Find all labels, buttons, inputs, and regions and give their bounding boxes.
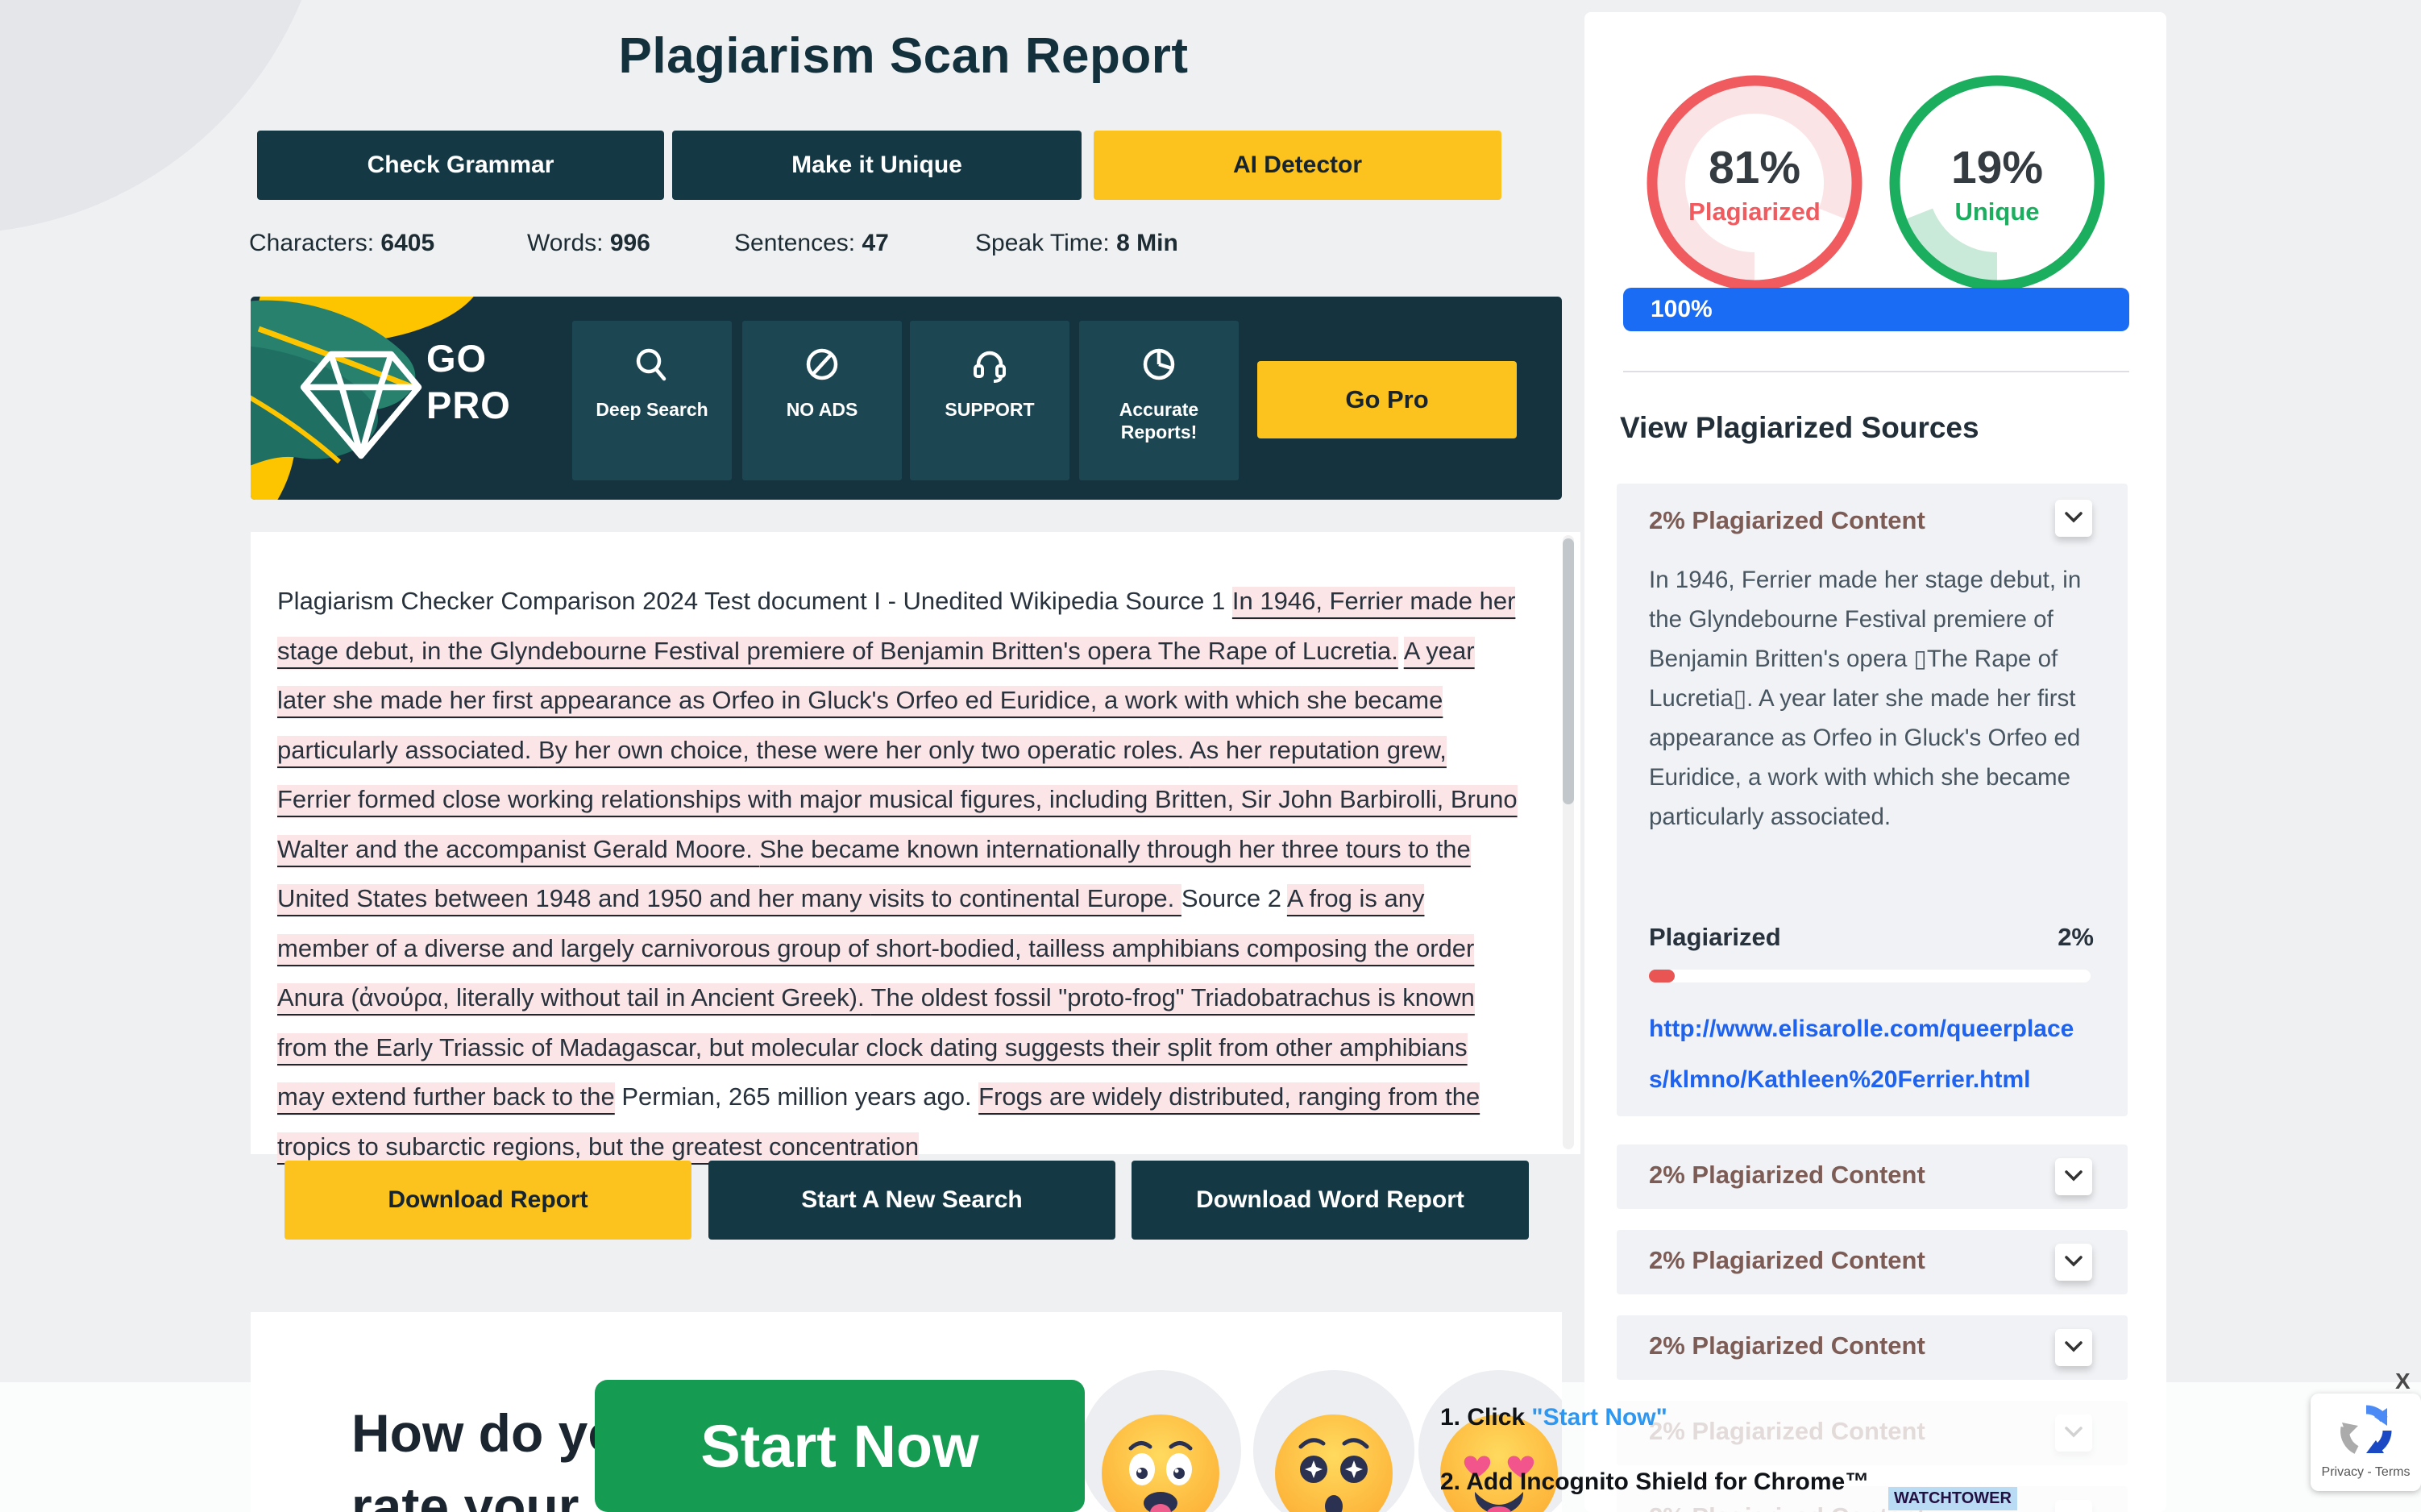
metric-fill	[1649, 970, 1675, 982]
source-item-collapsed: 2% Plagiarized Content	[1617, 1230, 2128, 1294]
star-struck-emoji[interactable]	[1273, 1413, 1394, 1512]
rating-panel: How do you rate your Start Now	[251, 1312, 1562, 1512]
plain-text: Source 2	[1181, 884, 1287, 912]
download-report-button[interactable]: Download Report	[284, 1161, 691, 1240]
close-icon[interactable]: X	[2395, 1369, 2411, 1394]
source-item-title: 2% Plagiarized Content	[1649, 1246, 1925, 1275]
source-item-title: 2% Plagiarized Content	[1649, 1161, 1925, 1190]
chevron-down-icon[interactable]	[2055, 1244, 2092, 1281]
promo-tile-support: SUPPORT	[910, 321, 1069, 480]
report-text-box: Plagiarism Checker Comparison 2024 Test …	[251, 532, 1580, 1154]
top-button-make-it-unique[interactable]: Make it Unique	[672, 131, 1082, 200]
stat-words: Words: 996	[527, 230, 650, 257]
scan-progress-label: 100%	[1651, 296, 1713, 322]
highlighted-sentence: By her own choice, these were her only t…	[538, 736, 1190, 769]
source-item-collapsed: 2% Plagiarized Content	[1617, 1315, 2128, 1380]
sources-heading: View Plagiarized Sources	[1620, 411, 1979, 445]
top-button-ai-detector[interactable]: AI Detector	[1094, 131, 1501, 200]
instruction-step-1: 1. Click "Start Now"	[1440, 1404, 1667, 1431]
source-link[interactable]: http://www.elisarolle.com/queerplaces/kl…	[1649, 1003, 2091, 1105]
diamond-icon	[293, 329, 430, 467]
promo-tile-label: SUPPORT	[910, 398, 1069, 421]
rating-question-line2: rate your	[351, 1476, 579, 1512]
tongue-out-emoji[interactable]	[1100, 1413, 1221, 1512]
start-a-new-search-button[interactable]: Start A New Search	[708, 1161, 1115, 1240]
start-now-reference: "Start Now"	[1531, 1404, 1667, 1431]
source-item-title: 2% Plagiarized Content	[1649, 1331, 1925, 1360]
promo-tile-label: Deep Search	[572, 398, 732, 421]
source-item-title: 2% Plagiarized Content	[1649, 506, 1925, 535]
metric-label: Plagiarized	[1649, 923, 1781, 952]
results-sidebar: 81% Plagiarized 19% Unique 100% View Pla…	[1584, 12, 2166, 1512]
instruction-step-2: 2. Add Incognito Shield for Chrome™	[1440, 1468, 1869, 1496]
recaptcha-caption[interactable]: Privacy - Terms	[2311, 1465, 2421, 1480]
chevron-down-icon[interactable]	[2055, 1329, 2092, 1366]
plain-text: Permian, 265 million years ago.	[615, 1082, 978, 1111]
stat-sentences: Sentences: 47	[734, 230, 889, 257]
source-excerpt: In 1946, Ferrier made her stage debut, i…	[1649, 560, 2091, 837]
download-word-report-button[interactable]: Download Word Report	[1132, 1161, 1529, 1240]
sidebar-divider	[1623, 371, 2129, 372]
gauge-plagiarized: 81% Plagiarized	[1642, 70, 1867, 296]
page-title: Plagiarism Scan Report	[251, 27, 1556, 85]
chevron-down-icon[interactable]	[2055, 500, 2092, 537]
go-pro-banner: GO PRO Deep Search NO ADS SUPPORT Accurate …	[251, 297, 1562, 500]
plain-text: Plagiarism Checker Comparison 2024 Test …	[277, 587, 1232, 615]
watchtower-logo: WATCHTOWER	[1888, 1487, 2017, 1510]
metric-track	[1649, 970, 2091, 982]
stat-speaktime: Speak Time: 8 Min	[975, 230, 1178, 257]
promo-tile-no-ads: NO ADS	[742, 321, 902, 480]
scan-progress-bar: 100%	[1623, 288, 2129, 331]
pie-chart-icon	[1079, 342, 1239, 392]
source-item-expanded: 2% Plagiarized Content In 1946, Ferrier …	[1617, 484, 2128, 1116]
gauge-label: Unique	[1884, 197, 2110, 226]
promo-tile-accurate-reports-: Accurate Reports!	[1079, 321, 1239, 480]
gauge-label: Plagiarized	[1642, 197, 1867, 226]
plagiarism-report-page: Plagiarism Scan Report Check GrammarMake…	[0, 0, 2421, 1512]
no-ads-icon	[742, 342, 902, 392]
report-text: Plagiarism Checker Comparison 2024 Test …	[277, 576, 1518, 1171]
metric-value: 2%	[2058, 923, 2094, 952]
source-item-collapsed: 2% Plagiarized Content	[1617, 1144, 2128, 1209]
chevron-down-icon[interactable]	[2055, 1158, 2092, 1195]
top-button-check-grammar[interactable]: Check Grammar	[257, 131, 664, 200]
scrollbar-thumb[interactable]	[1563, 538, 1574, 804]
recaptcha-badge[interactable]: Privacy - Terms	[2311, 1394, 2421, 1491]
recaptcha-icon	[2337, 1402, 2395, 1460]
go-pro-logo-text: GO PRO	[426, 335, 511, 429]
start-now-button[interactable]: Start Now	[595, 1380, 1085, 1512]
headset-icon	[910, 342, 1069, 392]
stat-characters: Characters: 6405	[249, 230, 434, 257]
gauge-value: 81%	[1642, 141, 1867, 194]
promo-tile-label: Accurate Reports!	[1079, 398, 1239, 443]
plain-text	[1398, 637, 1404, 665]
promo-tile-deep-search: Deep Search	[572, 321, 732, 480]
promo-tile-label: NO ADS	[742, 398, 902, 421]
search-icon	[572, 342, 732, 392]
gauge-value: 19%	[1884, 141, 2110, 194]
gauge-unique: 19% Unique	[1884, 70, 2110, 296]
go-pro-button[interactable]: Go Pro	[1257, 361, 1517, 438]
